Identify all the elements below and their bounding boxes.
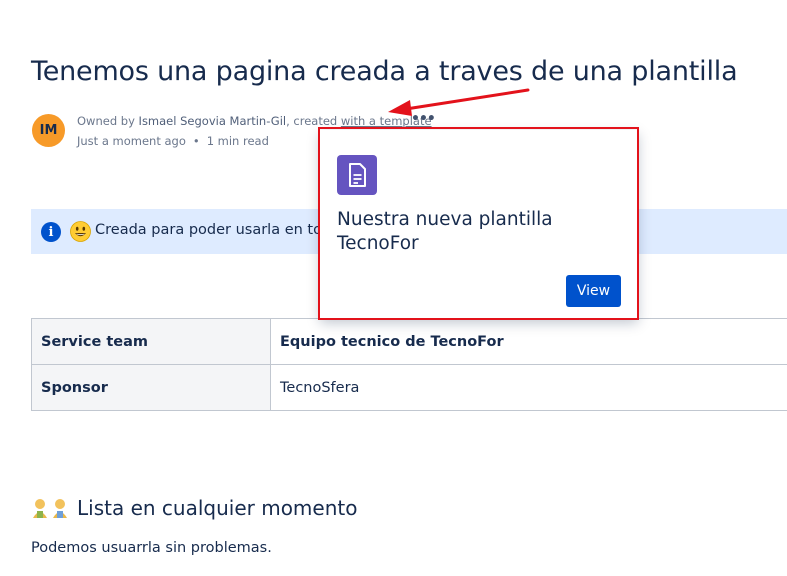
table-key-cell: Service team — [31, 318, 271, 365]
table-value-cell: TecnoSfera — [270, 364, 787, 411]
read-time: 1 min read — [206, 134, 269, 148]
owner-link[interactable]: Ismael Segovia Martin-Gil — [139, 114, 287, 128]
info-icon: i — [41, 222, 61, 242]
section-heading-text: Lista en cualquier momento — [77, 496, 358, 520]
byline-middle: , created — [286, 114, 341, 128]
template-popup: Nuestra nueva plantilla TecnoFor View — [320, 130, 638, 319]
section-heading: Lista en cualquier momento — [31, 496, 357, 520]
people-icon — [33, 499, 67, 518]
avatar[interactable]: IM — [32, 114, 65, 147]
annotation-arrow — [388, 88, 530, 116]
popup-title: Nuestra nueva plantilla TecnoFor — [337, 209, 553, 254]
byline: Owned by Ismael Segovia Martin-Gil, crea… — [77, 114, 432, 128]
info-panel-text: Creada para poder usarla en to — [95, 222, 322, 238]
table-row: Service team Equipo tecnico de TecnoFor — [31, 318, 787, 365]
view-button[interactable]: View — [566, 275, 621, 307]
meta-separator: • — [192, 134, 200, 148]
page-meta: Just a moment ago • 1 min read — [77, 134, 269, 148]
page-title: Tenemos una pagina creada a traves de un… — [31, 56, 738, 87]
table-key-cell: Sponsor — [31, 364, 271, 411]
table-row: Sponsor TecnoSfera — [31, 364, 787, 411]
details-table: Service team Equipo tecnico de TecnoFor … — [31, 318, 787, 411]
smiley-icon — [70, 221, 91, 242]
byline-prefix: Owned by — [77, 114, 139, 128]
section-body: Podemos usuarrla sin problemas. — [31, 540, 272, 556]
last-updated: Just a moment ago — [77, 134, 186, 148]
table-value-cell: Equipo tecnico de TecnoFor — [270, 318, 787, 365]
document-icon — [337, 155, 377, 195]
